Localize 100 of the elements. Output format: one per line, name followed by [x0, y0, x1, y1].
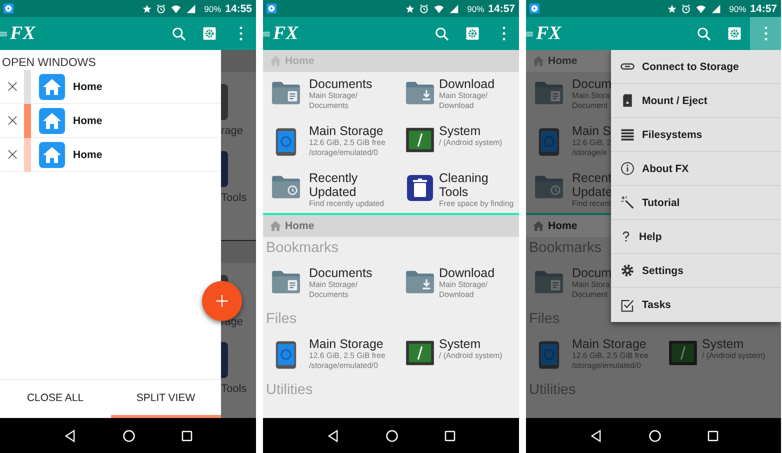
tile-icon	[221, 342, 228, 378]
folder-icon	[405, 80, 435, 106]
window-label: Home	[73, 114, 102, 126]
item-title: Recently Updated	[309, 171, 359, 199]
alarm-icon	[419, 4, 430, 14]
item-title: Recent Update	[572, 171, 614, 199]
terminal-icon	[405, 127, 435, 153]
alarm-icon	[156, 4, 166, 14]
window-row[interactable]: Home	[0, 70, 221, 104]
search-icon	[434, 26, 450, 42]
star-icon	[142, 4, 152, 14]
recents-button[interactable]	[181, 430, 194, 442]
menu-item[interactable]: Mount / Eject	[611, 84, 781, 118]
home-button[interactable]	[384, 428, 399, 442]
menu-item[interactable]: Connect to Storage	[611, 50, 781, 84]
breadcrumb[interactable]: Home	[548, 220, 578, 232]
tablet-icon	[275, 340, 297, 370]
wifi-icon	[695, 4, 708, 14]
item-title: Documents	[309, 266, 372, 280]
battery-percent: 90%	[204, 4, 222, 14]
menu-icon	[0, 30, 7, 38]
star-icon	[405, 4, 416, 14]
home-button[interactable]	[122, 428, 136, 442]
circle-icon	[384, 428, 399, 442]
item-title: Main Storage	[572, 337, 648, 351]
item-title: Docum	[572, 266, 612, 280]
recents-button[interactable]	[706, 430, 718, 442]
tablet-icon	[275, 127, 297, 157]
plus-icon	[215, 294, 229, 308]
checkbox-icon	[620, 298, 635, 312]
back-button[interactable]	[62, 428, 77, 442]
window-row[interactable]: Home	[0, 138, 221, 172]
search-icon	[170, 26, 186, 42]
folder-icon	[405, 269, 435, 295]
alarm-icon	[681, 4, 692, 14]
folder-icon	[271, 80, 301, 106]
menu-item[interactable]: Settings	[611, 254, 781, 288]
more-icon	[502, 26, 506, 41]
window-label: Home	[73, 148, 102, 160]
tablet-icon	[538, 127, 560, 157]
back-icon	[326, 428, 340, 442]
breadcrumb-bar	[221, 241, 256, 263]
item-label: Tools	[221, 383, 248, 395]
app-logo: FX	[10, 22, 36, 44]
tablet-icon	[538, 340, 560, 370]
magic-wand-icon	[620, 195, 635, 210]
close-icon	[6, 81, 18, 92]
home-icon	[269, 220, 282, 232]
back-icon	[62, 428, 77, 442]
item-title: System	[439, 124, 482, 138]
gear-icon	[465, 26, 480, 41]
app-icon	[266, 3, 277, 14]
app-logo: FX	[273, 22, 298, 44]
tile-icon	[221, 84, 228, 120]
star-icon	[667, 4, 678, 14]
item-title: Main Storage	[309, 124, 384, 138]
terminal-icon	[405, 340, 435, 366]
circle-icon	[648, 428, 662, 442]
search-icon	[696, 26, 712, 42]
terminal-icon	[668, 340, 698, 366]
menu-item[interactable]: Tasks	[611, 288, 781, 322]
battery-percent: 90%	[729, 4, 746, 14]
help-icon	[620, 229, 632, 244]
home-button[interactable]	[648, 428, 662, 442]
close-icon	[6, 149, 18, 160]
recents-button[interactable]	[444, 430, 456, 442]
wifi-icon	[170, 4, 182, 14]
folder-icon	[534, 80, 564, 106]
item-title: System	[702, 337, 745, 351]
home-icon	[38, 72, 66, 100]
back-button[interactable]	[588, 428, 602, 442]
gear-icon	[202, 26, 217, 41]
back-button[interactable]	[326, 428, 340, 442]
signal-icon	[449, 4, 460, 14]
signal-icon	[711, 4, 722, 14]
menu-item[interactable]: Tutorial	[611, 186, 781, 220]
square-icon	[444, 430, 456, 442]
item-title: Docum	[572, 77, 612, 91]
home-icon	[532, 55, 545, 67]
app-icon	[529, 3, 540, 14]
gear-icon	[727, 26, 742, 41]
square-icon	[706, 430, 718, 442]
drawer-title: OPEN WINDOWS	[1, 56, 97, 70]
clock: 14:57	[488, 2, 515, 14]
wifi-icon	[433, 4, 446, 14]
menu-item[interactable]: Filesystems	[611, 118, 781, 152]
clock: 14:55	[225, 2, 252, 14]
info-icon	[620, 161, 635, 176]
menu-icon	[526, 30, 533, 38]
item-title: Documents	[309, 77, 372, 91]
settings-icon	[620, 263, 635, 278]
square-icon	[181, 430, 194, 442]
window-row[interactable]: Home	[0, 104, 221, 138]
menu-item[interactable]: Help	[611, 220, 781, 254]
folder-icon	[534, 269, 564, 295]
tile-icon	[221, 151, 228, 187]
folder-clock-icon	[271, 174, 301, 200]
more-icon	[238, 26, 242, 41]
back-icon	[588, 428, 602, 442]
menu-item[interactable]: About FX	[611, 152, 781, 186]
